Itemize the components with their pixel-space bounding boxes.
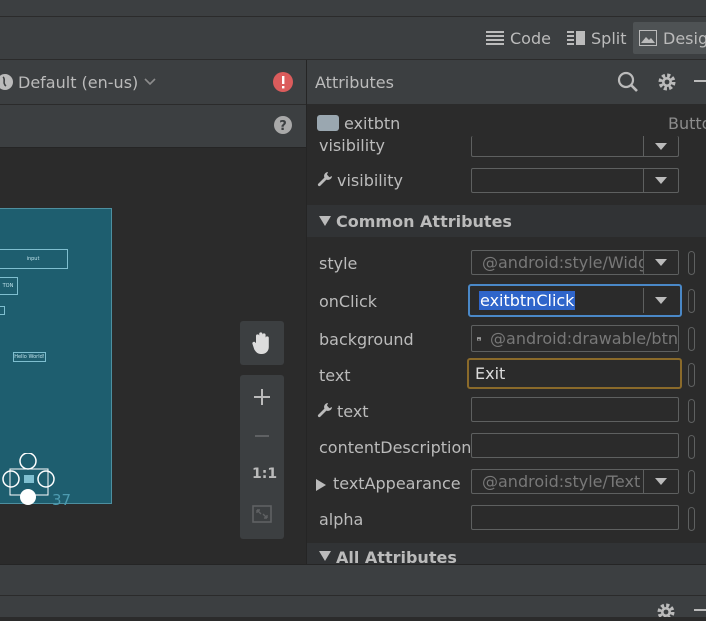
bottom-tool-window-header: [0, 595, 706, 621]
selected-widget-handles[interactable]: [0, 452, 60, 505]
zoom-out-icon[interactable]: [251, 425, 273, 451]
code-view-label: Code: [510, 28, 551, 48]
background-value: @android:drawable/btn: [490, 329, 678, 348]
tools-visibility-dropdown[interactable]: [471, 168, 679, 193]
wrench-icon: [317, 402, 333, 422]
triangle-collapsed-icon[interactable]: [316, 476, 326, 495]
minimize-icon[interactable]: [694, 609, 706, 611]
split-view-icon: [567, 31, 585, 45]
text-value: Exit: [475, 364, 506, 383]
attr-label-content-description: contentDescription: [319, 438, 472, 457]
text-appearance-value: @android:style/Text: [482, 472, 641, 491]
attributes-title: Attributes: [315, 73, 394, 92]
gear-icon[interactable]: [656, 71, 678, 97]
design-view-label: Desig: [663, 28, 706, 48]
textview-widget-preview[interactable]: Hello World!: [13, 352, 46, 362]
attr-label-tools-visibility: visibility: [337, 171, 403, 190]
style-dropdown[interactable]: @android:style/Widg: [471, 250, 679, 275]
pan-tool-button[interactable]: [240, 321, 284, 365]
view-mode-bar: Code Split Desig: [0, 17, 706, 60]
all-attributes-label: All Attributes: [336, 548, 457, 564]
attr-label-text-appearance: textAppearance: [333, 474, 461, 493]
zoom-actual-size-button[interactable]: 1:1: [252, 466, 277, 482]
attr-label-alpha: alpha: [319, 510, 364, 529]
gear-icon[interactable]: [656, 602, 676, 621]
dropdown-arrow: [643, 251, 678, 274]
search-icon[interactable]: [617, 71, 639, 97]
content-description-input[interactable]: [471, 433, 679, 458]
hand-icon: [252, 332, 269, 354]
zoom-to-fit-icon[interactable]: [252, 504, 272, 528]
triangle-down-icon: [655, 142, 667, 150]
resource-picker-button[interactable]: [688, 327, 695, 351]
locale-label: Default (en-us): [18, 72, 139, 92]
resource-picker-button[interactable]: [688, 470, 695, 494]
attr-label-visibility: visibility: [319, 136, 385, 155]
wrench-icon: [317, 171, 333, 191]
resource-picker-button[interactable]: [688, 399, 695, 423]
design-toolbar-secondary: [0, 105, 306, 148]
triangle-down-icon: [655, 478, 667, 485]
component-type: Butto: [668, 114, 706, 133]
button-component-icon: [317, 115, 339, 131]
triangle-expanded-icon: [319, 216, 331, 226]
code-lines-icon: [486, 31, 504, 45]
style-value: @android:style/Widg: [482, 253, 649, 272]
minimize-icon[interactable]: [694, 80, 706, 82]
resource-picker-button[interactable]: [688, 435, 695, 459]
resource-picker-button[interactable]: [688, 363, 695, 387]
common-attributes-section[interactable]: Common Attributes: [307, 205, 706, 237]
image-icon: [639, 30, 657, 46]
clock-text-preview: 37: [52, 491, 72, 509]
svg-text:?: ?: [279, 119, 287, 134]
text-input[interactable]: Exit: [467, 358, 682, 389]
code-view-button[interactable]: Code: [486, 22, 551, 54]
bottom-panel-strip: [0, 564, 706, 595]
attr-label-text: text: [319, 366, 351, 385]
visibility-dropdown[interactable]: [471, 136, 679, 157]
small-widget-preview[interactable]: [0, 306, 5, 315]
input-widget-preview[interactable]: input: [0, 249, 68, 269]
onclick-value: exitbtnClick: [479, 291, 576, 310]
design-view-button[interactable]: Desig: [633, 22, 706, 54]
chevron-down-icon: [144, 78, 156, 86]
onclick-combobox[interactable]: exitbtnClick: [468, 284, 682, 317]
dropdown-arrow: [643, 288, 678, 313]
triangle-expanded-icon: [319, 551, 331, 561]
text-appearance-dropdown[interactable]: @android:style/Text: [471, 469, 679, 494]
split-view-button[interactable]: Split: [567, 22, 626, 54]
dropdown-arrow: [643, 169, 678, 192]
error-icon[interactable]: [272, 71, 294, 97]
editor-tab-strip: [0, 0, 706, 17]
triangle-down-icon: [655, 259, 667, 266]
alpha-input[interactable]: [471, 505, 679, 530]
background-field[interactable]: @android:drawable/btn: [471, 325, 679, 352]
common-attributes-label: Common Attributes: [336, 211, 512, 231]
triangle-down-icon: [655, 177, 667, 184]
help-icon[interactable]: ?: [273, 115, 293, 139]
split-view-label: Split: [591, 28, 627, 48]
attr-label-background: background: [319, 330, 414, 349]
attr-label-onclick: onClick: [319, 292, 378, 311]
attributes-header: Attributes: [307, 60, 706, 104]
tools-text-input[interactable]: [471, 397, 679, 422]
triangle-down-icon: [655, 297, 667, 304]
attr-label-style: style: [319, 254, 358, 273]
attr-label-tools-text: text: [337, 402, 369, 421]
resource-picker-button[interactable]: [688, 289, 695, 313]
resource-picker-button[interactable]: [688, 251, 695, 275]
all-attributes-section[interactable]: All Attributes: [307, 543, 706, 564]
locale-dropdown[interactable]: Default (en-us): [0, 70, 156, 94]
dropdown-arrow: [643, 470, 678, 493]
component-id: exitbtn: [344, 114, 401, 133]
dropdown-arrow: [643, 136, 678, 156]
zoom-in-icon[interactable]: [251, 386, 273, 412]
resource-picker-button[interactable]: [688, 507, 695, 531]
button-widget-preview[interactable]: TON: [0, 277, 18, 295]
device-preview-canvas[interactable]: input TON Hello World! 37: [0, 208, 112, 509]
globe-icon: [0, 74, 13, 90]
